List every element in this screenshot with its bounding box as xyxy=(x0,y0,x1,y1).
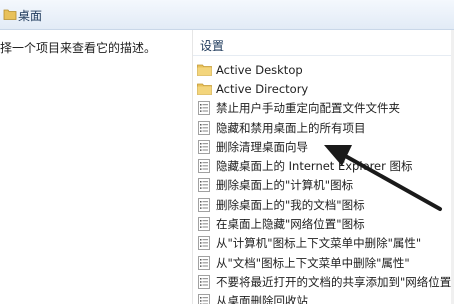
list-item-label: 不要将最近打开的文档的共享添加到"网络位置" xyxy=(216,274,454,289)
list-item[interactable]: 删除桌面上的"我的文档"图标 xyxy=(196,195,454,214)
list-item[interactable]: 删除桌面上的"计算机"图标 xyxy=(196,176,454,195)
list-item-label: 从"文档"图标上下文菜单中删除"属性" xyxy=(216,255,410,270)
policy-setting-icon xyxy=(196,216,212,232)
policy-setting-icon xyxy=(196,139,212,155)
list-item-label: 禁止用户手动重定向配置文件文件夹 xyxy=(216,101,400,116)
policy-setting-icon xyxy=(196,255,212,271)
list-item-label: 隐藏和禁用桌面上的所有项目 xyxy=(216,120,366,135)
list-item[interactable]: 隐藏和禁用桌面上的所有项目 xyxy=(196,118,454,137)
policy-setting-icon xyxy=(196,235,212,251)
list-item-label: 隐藏桌面上的 Internet Explorer 图标 xyxy=(216,159,413,174)
desktop-folder-icon xyxy=(3,6,17,25)
list-item-label: 从桌面删除回收站 xyxy=(216,294,308,304)
list-item[interactable]: 从"文档"图标上下文菜单中删除"属性" xyxy=(196,253,454,272)
settings-column-header[interactable]: 设置 xyxy=(193,36,454,56)
list-item[interactable]: 删除清理桌面向导 xyxy=(196,137,454,156)
policy-setting-icon xyxy=(196,293,212,304)
list-item-label: 删除桌面上的"计算机"图标 xyxy=(216,178,354,193)
header-title: 桌面 xyxy=(18,9,43,23)
policy-setting-icon xyxy=(196,197,212,213)
list-item[interactable]: 从"计算机"图标上下文菜单中删除"属性" xyxy=(196,234,454,253)
list-item[interactable]: Active Directory xyxy=(196,79,454,98)
list-item-label: 删除清理桌面向导 xyxy=(216,139,308,154)
folder-icon xyxy=(196,81,212,97)
folder-icon xyxy=(196,62,212,78)
settings-list: Active Desktop Active Directory 禁止用户手动重定向配… xyxy=(196,60,454,304)
policy-setting-icon xyxy=(196,177,212,193)
list-item-label: Active Directory xyxy=(216,81,309,96)
policy-setting-icon xyxy=(196,274,212,290)
policy-setting-icon xyxy=(196,120,212,136)
list-item[interactable]: Active Desktop xyxy=(196,60,454,79)
policy-setting-icon xyxy=(196,158,212,174)
list-item[interactable]: 从桌面删除回收站 xyxy=(196,292,454,304)
list-item[interactable]: 禁止用户手动重定向配置文件文件夹 xyxy=(196,99,454,118)
pane-divider[interactable] xyxy=(192,30,193,304)
list-item[interactable]: 在桌面上隐藏"网络位置"图标 xyxy=(196,214,454,233)
list-item[interactable]: 隐藏桌面上的 Internet Explorer 图标 xyxy=(196,156,454,175)
list-item[interactable]: 不要将最近打开的文档的共享添加到"网络位置" xyxy=(196,272,454,291)
list-item-label: 从"计算机"图标上下文菜单中删除"属性" xyxy=(216,236,422,251)
list-item-label: 删除桌面上的"我的文档"图标 xyxy=(216,197,365,212)
list-item-label: 在桌面上隐藏"网络位置"图标 xyxy=(216,217,365,232)
details-header: 桌面 xyxy=(0,0,454,30)
list-item-label: Active Desktop xyxy=(216,62,303,77)
description-text: 择一个项目来查看它的描述。 xyxy=(0,41,157,55)
policy-setting-icon xyxy=(196,100,212,116)
